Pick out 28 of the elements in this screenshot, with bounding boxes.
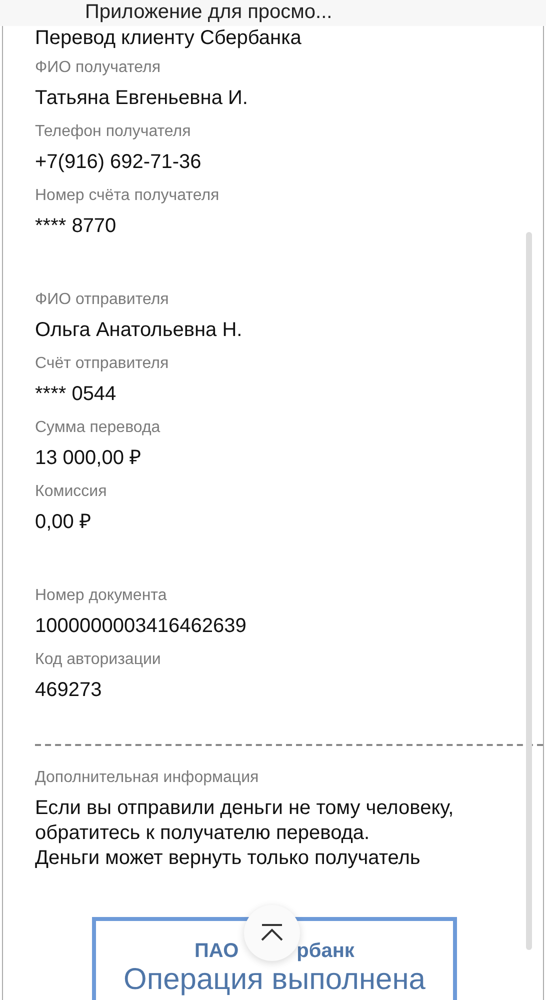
- field-label: Сумма перевода: [35, 418, 162, 438]
- heading: Перевод клиенту Сбербанка: [35, 26, 302, 50]
- field-label: Номер документа: [35, 586, 168, 606]
- field-value: Татьяна Евгеньевна И.: [35, 86, 249, 111]
- field-value: 1000000003416462639: [35, 614, 248, 639]
- field-value: 0,00 ₽: [35, 510, 92, 535]
- status-text: Операция выполнена: [124, 963, 426, 997]
- scroll-top-button[interactable]: [244, 905, 300, 961]
- field-label: Счёт отправителя: [35, 354, 170, 374]
- field-value: 13 000,00 ₽: [35, 446, 143, 471]
- field-label: ФИО отправителя: [35, 290, 170, 310]
- app-title: Приложение для просмо...: [85, 0, 332, 25]
- field-value: Ольга Анатольевна Н.: [35, 318, 244, 343]
- bank-name: ПАО: [194, 939, 239, 963]
- field-value: **** 0544: [35, 382, 118, 407]
- scroll-top-icon: [260, 923, 284, 943]
- field-label: Комиссия: [35, 482, 108, 502]
- field-label: ФИО получателя: [35, 58, 162, 78]
- field-label: Телефон получателя: [35, 122, 192, 142]
- field-value: +7(916) 692-71-36: [35, 150, 202, 175]
- field-label: Номер счёта получателя: [35, 186, 220, 206]
- field-value: **** 8770: [35, 214, 118, 239]
- bank-name: рбанк: [296, 939, 354, 963]
- field-value: 469273: [35, 678, 103, 703]
- info-text: Если вы отправили деньги не тому человеку, обратитесь к получателю перевода. Деньги может вернуть только получатель: [35, 796, 455, 871]
- scrollbar[interactable]: [526, 232, 532, 950]
- field-label: Код авторизации: [35, 650, 162, 670]
- field-label: Дополнительная информация: [35, 768, 260, 788]
